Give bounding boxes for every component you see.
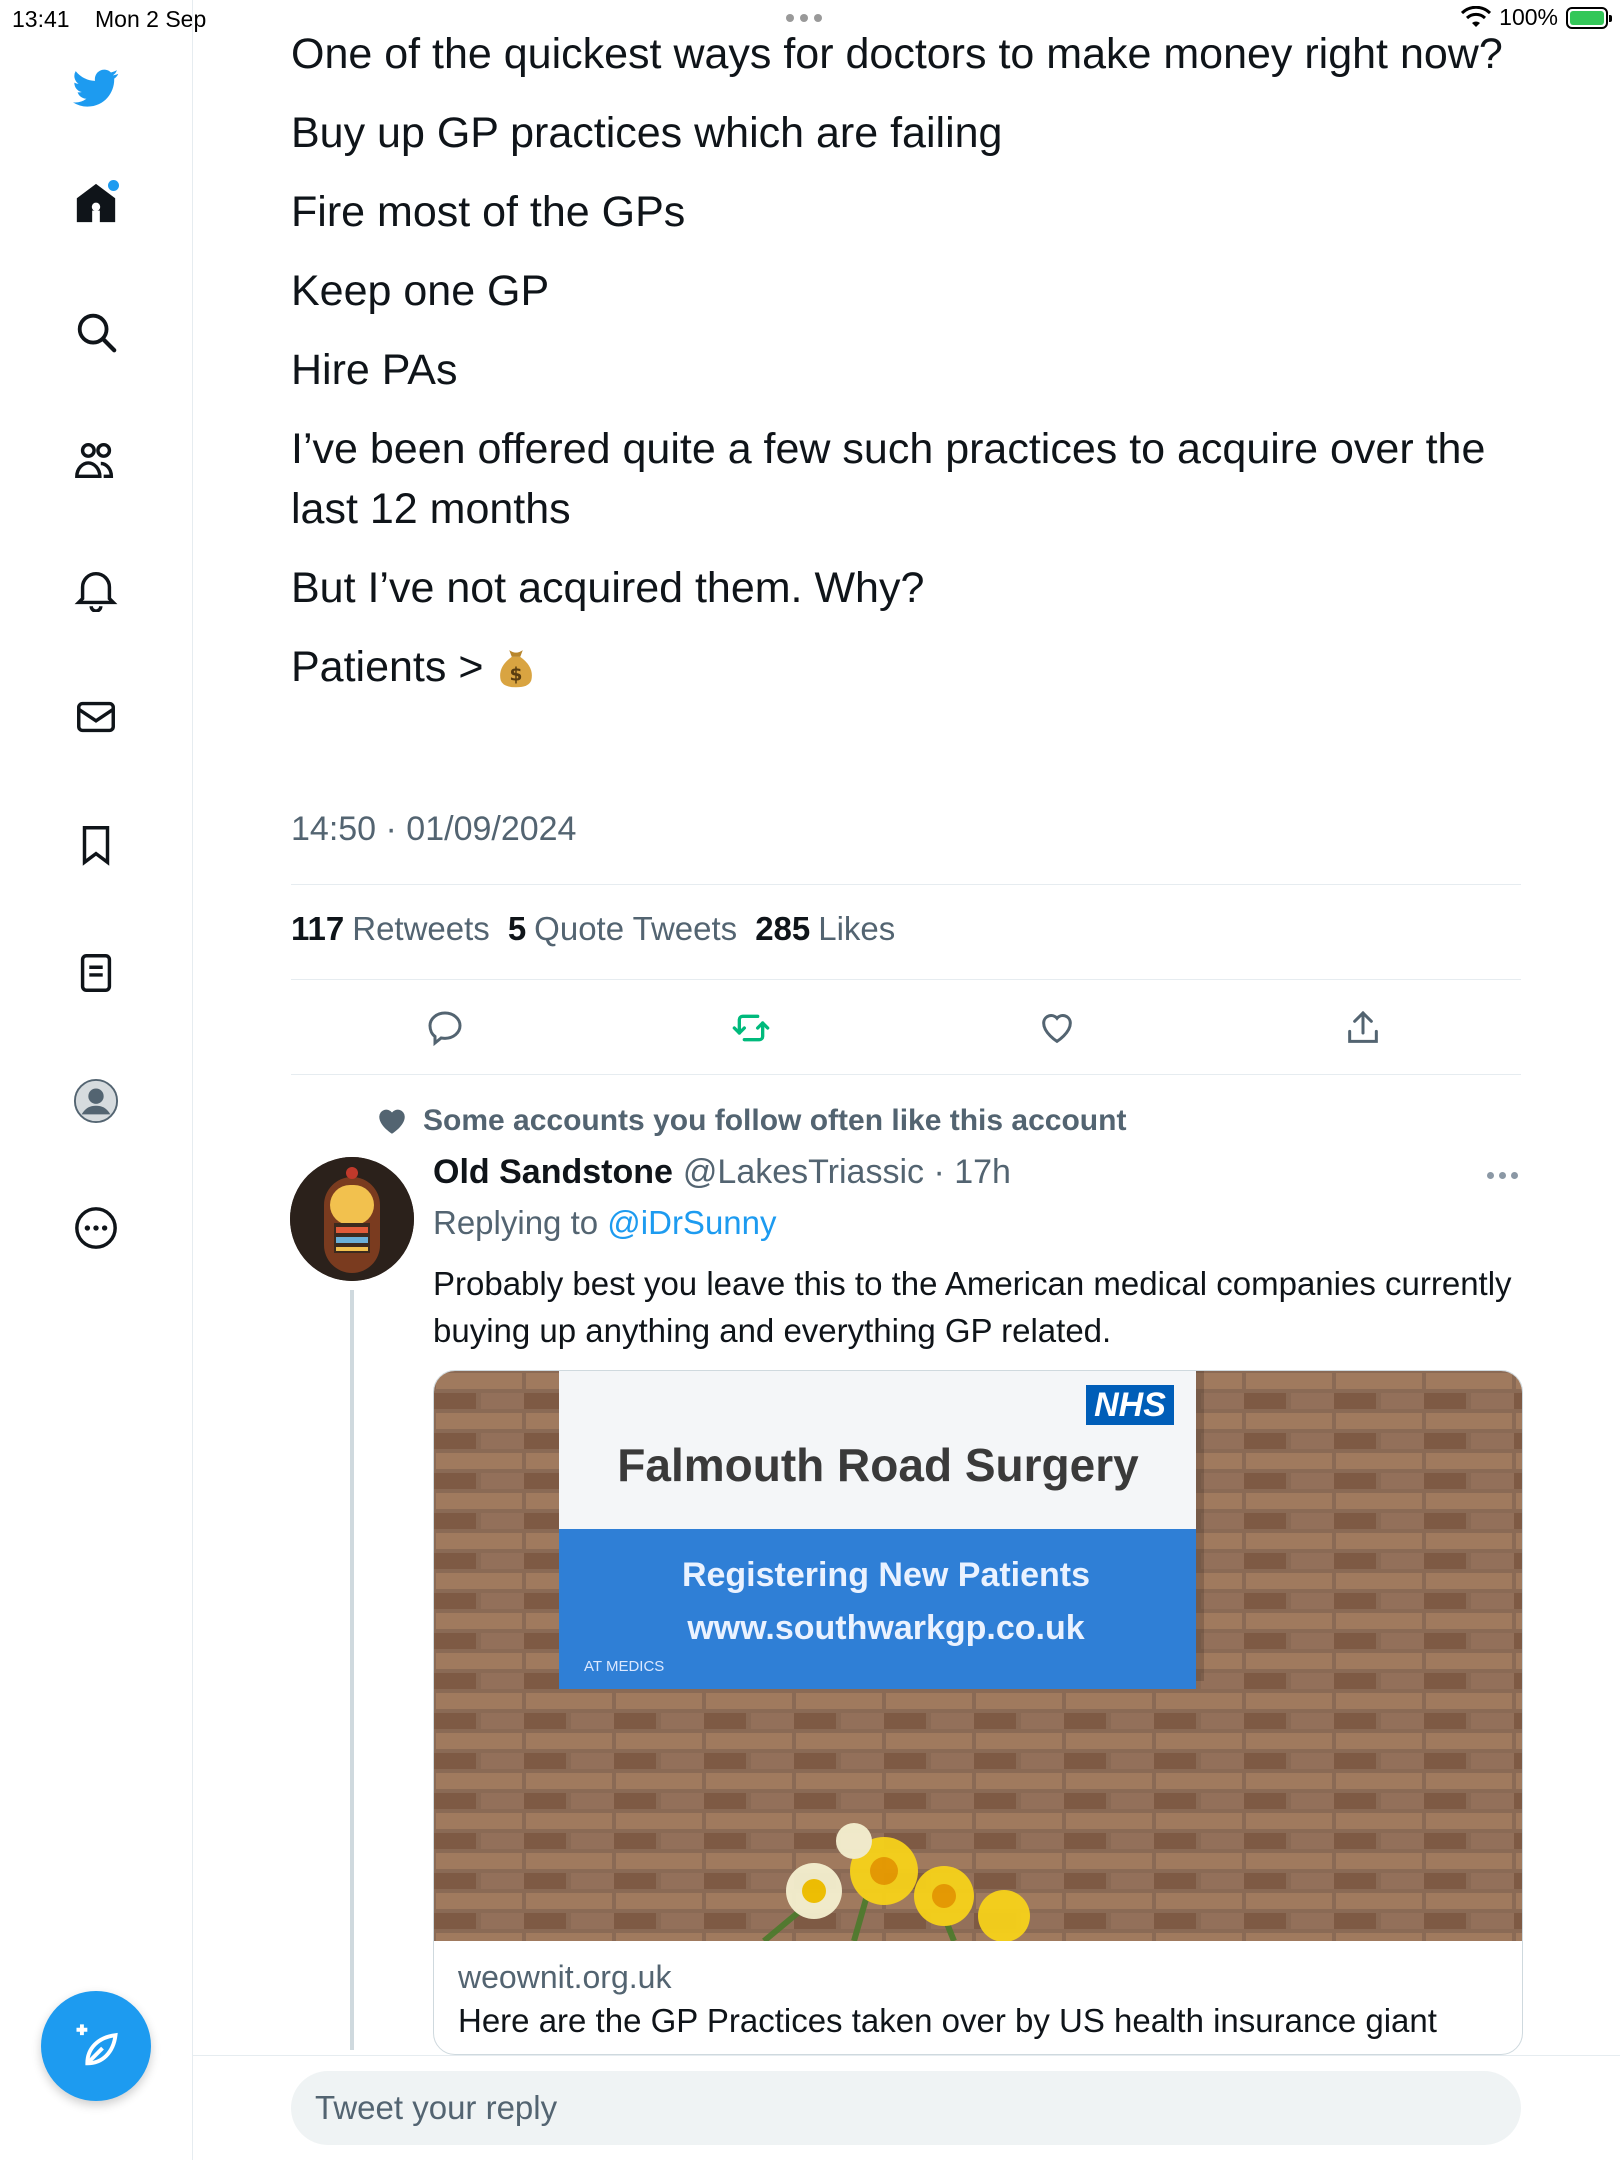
reply-input[interactable]: Tweet your reply xyxy=(291,2071,1521,2145)
card-domain: weownit.org.uk xyxy=(458,1959,672,1995)
home-badge xyxy=(108,180,119,191)
money-bag-icon: $ xyxy=(500,650,533,688)
card-image: NHS Falmouth Road Surgery Registering Ne… xyxy=(434,1371,1522,1941)
quote-tweets-stat[interactable]: 5 Quote Tweets xyxy=(508,910,737,948)
reply-button[interactable] xyxy=(423,1006,467,1050)
divider xyxy=(291,884,1521,885)
twitter-bird-icon[interactable] xyxy=(71,63,121,113)
thread-line xyxy=(350,1290,354,2050)
tweet-text: One of the quickest ways for doctors to … xyxy=(291,24,1531,716)
compose-tweet-icon xyxy=(76,2024,118,2066)
tweet-line: Hire PAs xyxy=(291,346,458,394)
retweets-stat[interactable]: 117 Retweets xyxy=(291,910,490,948)
at-medics-logo: AT MEDICS xyxy=(584,1658,664,1675)
retweet-button[interactable] xyxy=(729,1006,773,1050)
tweet-line: Fire most of the GPs xyxy=(291,188,686,236)
replying-prefix: Replying to xyxy=(433,1204,599,1241)
social-context-text: Some accounts you follow often like this… xyxy=(423,1104,1127,1137)
more-options-icon[interactable] xyxy=(1487,1172,1518,1179)
communities-icon[interactable] xyxy=(71,436,121,486)
divider xyxy=(291,1074,1521,1075)
reply-header: Old Sandstone @LakesTriassic · 17h xyxy=(433,1153,1011,1192)
tweet-line: Keep one GP xyxy=(291,267,550,315)
messages-envelope-icon[interactable] xyxy=(71,692,121,742)
nhs-logo: NHS xyxy=(1094,1386,1166,1424)
retweet-icon xyxy=(732,1014,770,1042)
replying-handle-link[interactable]: @iDrSunny xyxy=(607,1204,776,1241)
social-context: Some accounts you follow often like this… xyxy=(375,1104,1126,1138)
avatar[interactable] xyxy=(290,1157,414,1281)
card-meta: weownit.org.uk Here are the GP Practices… xyxy=(458,1959,1437,2040)
notifications-bell-icon[interactable] xyxy=(71,564,121,614)
banner-line-2: www.southwarkgp.co.uk xyxy=(686,1609,1084,1647)
home-icon[interactable] xyxy=(71,178,121,228)
tweet-stats: 117 Retweets 5 Quote Tweets 285 Likes xyxy=(291,910,895,948)
lists-icon[interactable] xyxy=(71,948,121,998)
tweet-line-last: Patients > $ xyxy=(291,637,1531,697)
bookmark-icon[interactable] xyxy=(71,820,121,870)
tweet-line: One of the quickest ways for doctors to … xyxy=(291,30,1503,78)
surgery-name-sign: Falmouth Road Surgery xyxy=(617,1439,1139,1491)
tweet-line: Patients > xyxy=(291,643,484,691)
share-button[interactable] xyxy=(1341,1006,1385,1050)
battery-icon xyxy=(1566,6,1612,29)
like-button[interactable] xyxy=(1035,1006,1079,1050)
svg-text:$: $ xyxy=(510,665,523,686)
divider xyxy=(291,979,1521,980)
compose-tweet-button[interactable] xyxy=(41,1991,151,2101)
tweet-line: But I’ve not acquired them. Why? xyxy=(291,564,925,612)
link-card[interactable]: NHS Falmouth Road Surgery Registering Ne… xyxy=(433,1370,1523,2055)
likes-stat[interactable]: 285 Likes xyxy=(755,910,895,948)
tweet-timestamp[interactable]: 14:50 · 01/09/2024 xyxy=(291,810,576,849)
search-icon[interactable] xyxy=(71,307,121,357)
sidebar-nav xyxy=(0,0,193,2160)
reply-text: Probably best you leave this to the Amer… xyxy=(433,1265,1512,1349)
tweet-line: Buy up GP practices which are failing xyxy=(291,109,1003,157)
multitasking-dots-icon[interactable] xyxy=(786,14,822,22)
heart-filled-icon xyxy=(379,1109,405,1134)
reply-author-name[interactable]: Old Sandstone xyxy=(433,1153,673,1191)
card-title: Here are the GP Practices taken over by … xyxy=(458,2002,1437,2039)
reply-author-handle[interactable]: @LakesTriassic xyxy=(683,1153,924,1191)
more-circle-icon[interactable] xyxy=(71,1203,121,1253)
banner-line-1: Registering New Patients xyxy=(682,1556,1090,1594)
reply-bubble-icon xyxy=(428,1011,462,1047)
profile-avatar-icon[interactable] xyxy=(71,1076,121,1126)
share-upload-icon xyxy=(1348,1010,1378,1043)
divider xyxy=(192,2055,1620,2056)
tweet-line: I’ve been offered quite a few such pract… xyxy=(291,425,1486,533)
reply-time: · 17h xyxy=(933,1153,1011,1191)
heart-icon xyxy=(1042,1014,1072,1044)
replying-to: Replying to @iDrSunny xyxy=(433,1204,777,1242)
